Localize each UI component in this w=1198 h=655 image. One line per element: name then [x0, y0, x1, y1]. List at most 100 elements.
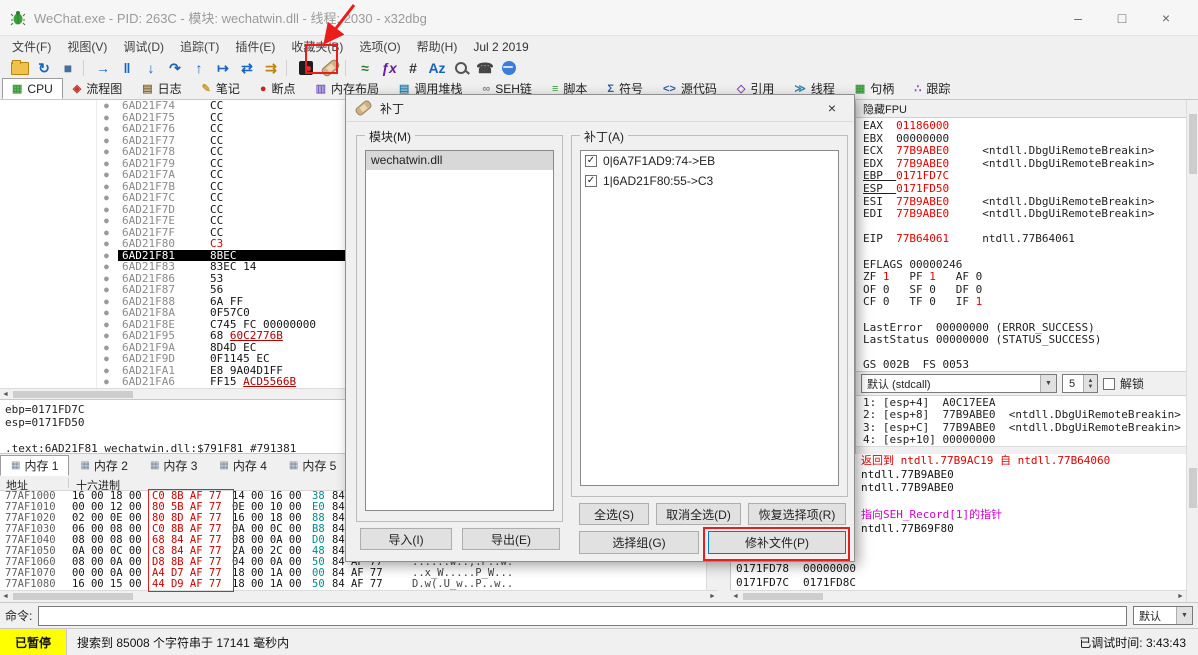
- registers-pane[interactable]: EAX 01186000 EBX 00000000 ECX 77B9ABE0 <…: [855, 118, 1186, 371]
- patch-icon[interactable]: [318, 58, 342, 78]
- menu-item[interactable]: 收藏夹(B): [283, 36, 351, 57]
- segments-line[interactable]: GS 002B FS 0053: [856, 358, 1186, 371]
- menu-item[interactable]: 追踪(T): [172, 36, 227, 57]
- flags-line[interactable]: CF 0 TF 0 IF 1: [856, 296, 1186, 309]
- menu-item[interactable]: 选项(O): [351, 36, 408, 57]
- scroll-right-icon[interactable]: ►: [1175, 591, 1186, 602]
- open-file-icon[interactable]: [8, 58, 32, 78]
- scroll-left-icon[interactable]: ◄: [0, 591, 11, 602]
- dump-tab[interactable]: ▦ 内存 5: [278, 455, 347, 476]
- breakpoint-dot-icon[interactable]: ●: [104, 169, 109, 181]
- dialog-close-icon[interactable]: ×: [818, 98, 846, 118]
- step-out-icon[interactable]: ↑: [187, 58, 211, 78]
- arguments-hscrollbar[interactable]: [855, 446, 1186, 454]
- stack-vscrollbar[interactable]: [1186, 454, 1198, 602]
- breakpoint-dot-icon[interactable]: ●: [104, 227, 109, 239]
- breakpoint-dot-icon[interactable]: ●: [104, 261, 109, 273]
- register-line[interactable]: EIP 77B64061 ntdll.77B64061: [856, 233, 1186, 246]
- breakpoint-dot-icon[interactable]: ●: [104, 273, 109, 285]
- calling-convention-select[interactable]: 默认 (stdcall) ▼: [861, 374, 1057, 393]
- menu-item[interactable]: 帮助(H): [409, 36, 466, 57]
- breakpoint-dot-icon[interactable]: ●: [104, 192, 109, 204]
- breakpoint-dot-icon[interactable]: ●: [104, 296, 109, 308]
- maximize-button[interactable]: □: [1100, 3, 1144, 33]
- select-all-button[interactable]: 全选(S): [579, 503, 649, 525]
- breakpoint-dot-icon[interactable]: ●: [104, 112, 109, 124]
- menu-item[interactable]: 调试(D): [115, 36, 172, 57]
- laststatus-line[interactable]: LastStatus 00000000 (STATUS_SUCCESS): [856, 333, 1186, 347]
- select-group-button[interactable]: 选择组(G): [579, 531, 699, 554]
- modules-list[interactable]: wechatwin.dll: [365, 150, 554, 511]
- step-into-icon[interactable]: ↓: [139, 58, 163, 78]
- patch-list-item[interactable]: ✓ 0|6A7F1AD9:74->EB: [581, 151, 838, 171]
- chevron-down-icon[interactable]: ▼: [1040, 375, 1056, 392]
- register-line[interactable]: EDI 77B9ABE0 <ntdll.DbgUiRemoteBreakin>: [856, 207, 1186, 221]
- menu-item[interactable]: 文件(F): [4, 36, 59, 57]
- strings-icon[interactable]: Az: [425, 58, 449, 78]
- breakpoint-dot-icon[interactable]: ●: [104, 330, 109, 342]
- scroll-thumb[interactable]: [13, 390, 133, 398]
- patch-file-button[interactable]: 修补文件(P): [708, 531, 846, 554]
- run-to-user-icon[interactable]: ↦: [211, 58, 235, 78]
- breakpoint-dot-icon[interactable]: ●: [104, 250, 109, 262]
- breakpoint-dot-icon[interactable]: ●: [104, 376, 109, 388]
- breakpoint-dot-icon[interactable]: ●: [104, 158, 109, 170]
- breakpoint-dot-icon[interactable]: ●: [104, 319, 109, 331]
- argument-line[interactable]: 4: [esp+10] 00000000: [863, 433, 1186, 446]
- breakpoint-dot-icon[interactable]: ●: [104, 307, 109, 319]
- command-mode-select[interactable]: 默认 ▼: [1133, 606, 1193, 625]
- tab-CPU[interactable]: ▦ CPU: [2, 78, 63, 99]
- breakpoint-dot-icon[interactable]: ●: [104, 342, 109, 354]
- tab-笔记[interactable]: ✎ 笔记: [192, 78, 250, 99]
- find-icon[interactable]: [449, 58, 473, 78]
- network-icon[interactable]: [497, 58, 521, 78]
- tab-跟踪[interactable]: ∴ 跟踪: [904, 78, 960, 99]
- menu-item[interactable]: 视图(V): [59, 36, 115, 57]
- patch-checkbox[interactable]: ✓: [585, 155, 597, 167]
- import-button[interactable]: 导入(I): [360, 528, 452, 550]
- compare-icon[interactable]: ≈: [353, 58, 377, 78]
- minimize-button[interactable]: –: [1056, 3, 1100, 33]
- tab-流程图[interactable]: ◈ 流程图: [63, 78, 132, 99]
- chevron-down-icon[interactable]: ▼: [1176, 607, 1192, 624]
- patch-list-item[interactable]: ✓ 1|6AD21F80:55->C3: [581, 171, 838, 191]
- stop-icon[interactable]: ■: [56, 58, 80, 78]
- patch-dialog-titlebar[interactable]: 补丁 ×: [346, 95, 854, 122]
- dump-row[interactable]: 77AF1080 16 00 15 00 44 D9 AF 77 18 00 1A 0…: [0, 579, 718, 590]
- scroll-thumb[interactable]: [13, 593, 133, 600]
- breakpoint-dot-icon[interactable]: ●: [104, 204, 109, 216]
- breakpoint-dot-icon[interactable]: ●: [104, 181, 109, 193]
- stack-hscrollbar[interactable]: ◄ ►: [730, 590, 1186, 602]
- step-over-icon[interactable]: ↷: [163, 58, 187, 78]
- breakpoint-dot-icon[interactable]: ●: [104, 215, 109, 227]
- arguments-pane[interactable]: 1: [esp+4] A0C17EEA 2: [esp+8] 77B9ABE0 <…: [855, 396, 1186, 446]
- dump-tab[interactable]: ▦ 内存 2: [69, 455, 138, 476]
- trace-icon[interactable]: ⇉: [259, 58, 283, 78]
- breakpoint-dot-icon[interactable]: ●: [104, 123, 109, 135]
- scroll-left-icon[interactable]: ◄: [0, 389, 11, 399]
- menu-item[interactable]: 插件(E): [227, 36, 283, 57]
- restore-selected-button[interactable]: 恢复选择项(R): [748, 503, 846, 525]
- hide-fpu-button[interactable]: 隐藏FPU: [855, 100, 1186, 118]
- stack-row[interactable]: 0171FD78 00000000: [731, 562, 1186, 576]
- patches-list[interactable]: ✓ 0|6A7F1AD9:74->EB ✓ 1|6AD21F80:55->C3: [580, 150, 839, 486]
- stack-row[interactable]: 0171FD7C 0171FD8C: [731, 576, 1186, 590]
- scylla-logo-icon[interactable]: [294, 58, 318, 78]
- arg-count-stepper[interactable]: 5 ▲ ▼: [1062, 374, 1098, 393]
- deselect-all-button[interactable]: 取消全选(D): [656, 503, 741, 525]
- scroll-thumb[interactable]: [743, 593, 823, 600]
- tab-日志[interactable]: ▤ 日志: [132, 78, 191, 99]
- argument-line[interactable]: 2: [esp+8] 77B9ABE0 <ntdll.DbgUiRemoteBr…: [863, 408, 1186, 421]
- handles-icon[interactable]: ☎: [473, 58, 497, 78]
- export-button[interactable]: 导出(E): [462, 528, 560, 550]
- breakpoint-dot-icon[interactable]: ●: [104, 284, 109, 296]
- disasm-address-link[interactable]: ACD5566B: [243, 375, 296, 388]
- module-list-item[interactable]: wechatwin.dll: [366, 151, 553, 170]
- hash-icon[interactable]: #: [401, 58, 425, 78]
- tab-断点[interactable]: ● 断点: [250, 78, 306, 99]
- patch-checkbox[interactable]: ✓: [585, 175, 597, 187]
- animate-icon[interactable]: ⇄: [235, 58, 259, 78]
- breakpoint-dot-icon[interactable]: ●: [104, 146, 109, 158]
- restart-icon[interactable]: ↻: [32, 58, 56, 78]
- stepper-arrows-icon[interactable]: ▲ ▼: [1083, 375, 1097, 392]
